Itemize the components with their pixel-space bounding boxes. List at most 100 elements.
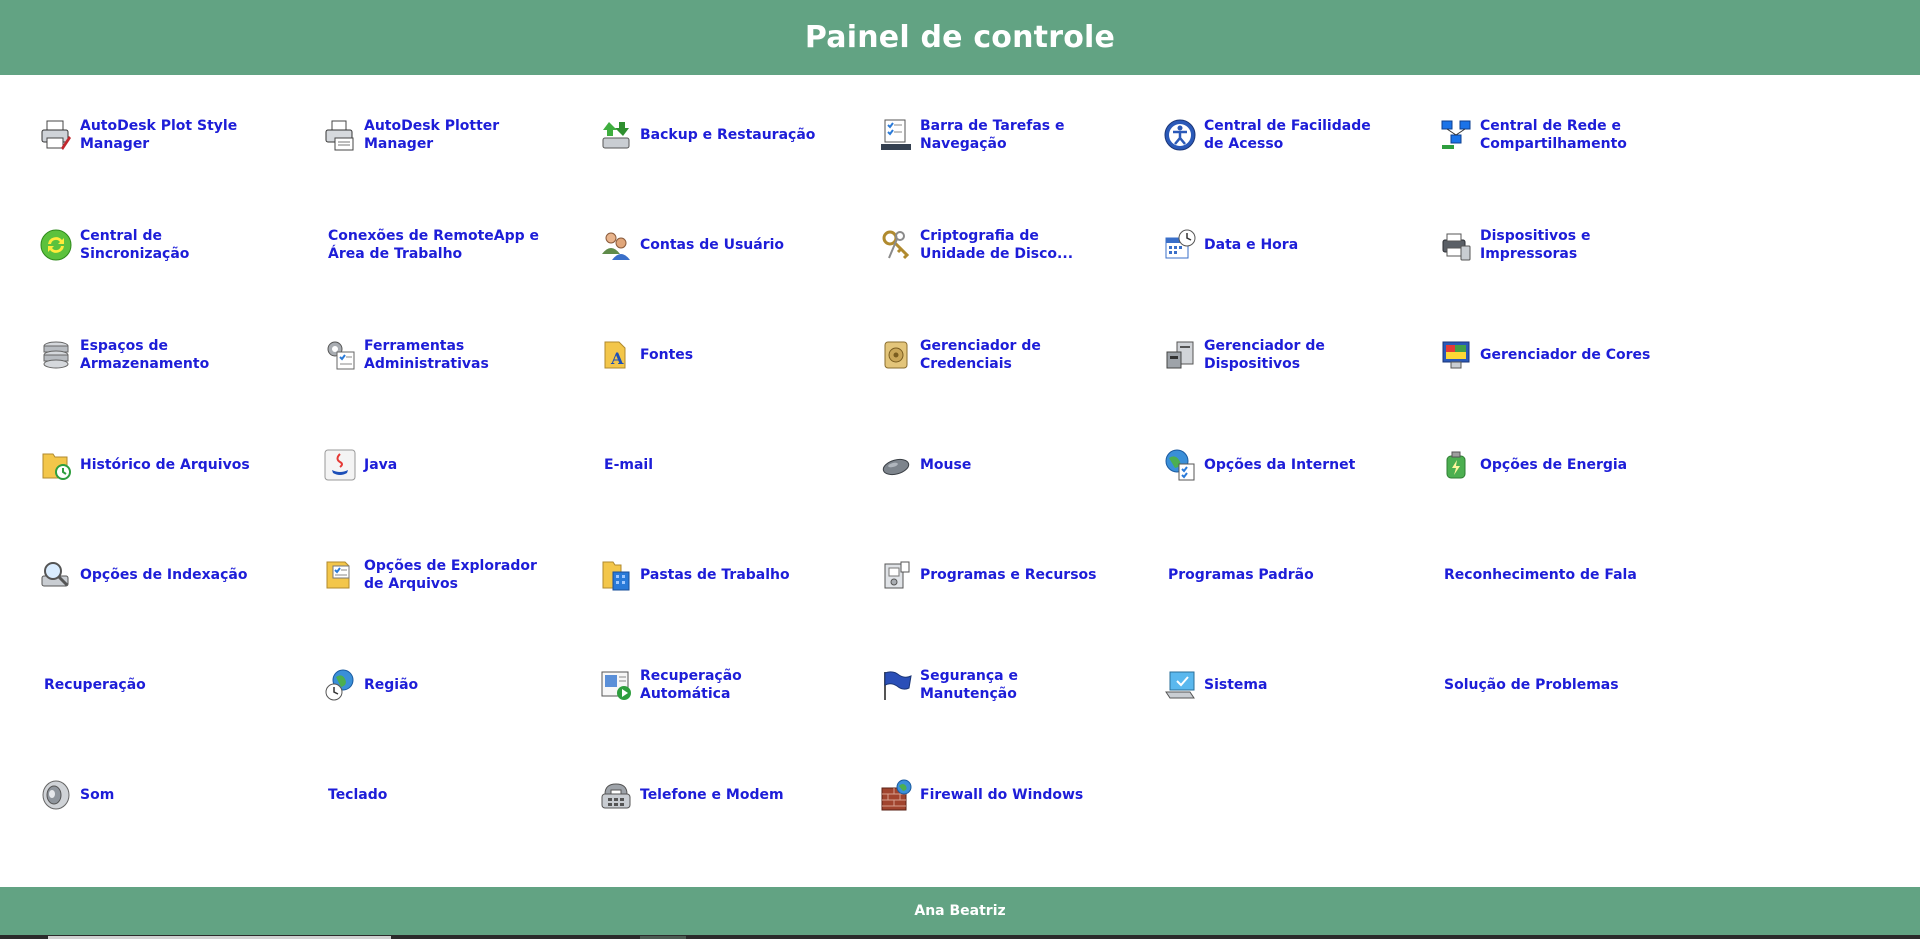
control-panel-item-label: Reconhecimento de Fala — [1444, 567, 1637, 583]
accessibility-icon — [1162, 117, 1198, 153]
control-panel-item[interactable]: Histórico de Arquivos — [38, 435, 308, 495]
control-panel-item[interactable]: Gerenciador de Credenciais — [878, 325, 1148, 385]
keys-icon — [878, 227, 914, 263]
control-panel-item-label: Solução de Problemas — [1444, 677, 1619, 693]
credential-vault-icon — [878, 337, 914, 373]
control-panel-item-label: Recuperação Automática — [640, 668, 742, 702]
control-panel-item[interactable]: AutoDesk Plotter Manager — [322, 105, 592, 165]
control-panel-item[interactable]: Telefone e Modem — [598, 765, 868, 825]
control-panel-page: Painel de controle AutoDesk Plot Style M… — [0, 0, 1920, 939]
users-icon — [598, 227, 634, 263]
control-panel-item-label: Contas de Usuário — [640, 237, 785, 253]
control-panel-item-label: AutoDesk Plot Style Manager — [80, 118, 238, 152]
programs-icon — [878, 557, 914, 593]
control-panel-item-label: Criptografia de Unidade de Disco... — [920, 228, 1074, 262]
control-panel-item-label: Telefone e Modem — [640, 787, 784, 803]
control-panel-item-label: Gerenciador de Dispositivos — [1204, 338, 1325, 372]
file-history-icon — [38, 447, 74, 483]
control-panel-item[interactable]: Gerenciador de Cores — [1438, 325, 1708, 385]
security-flag-icon — [878, 667, 914, 703]
control-panel-item-label: Programas e Recursos — [920, 567, 1097, 583]
control-panel-item[interactable]: Opções de Explorador de Arquivos — [322, 545, 592, 605]
control-panel-item[interactable]: Barra de Tarefas e Navegação — [878, 105, 1148, 165]
svg-text:A: A — [610, 349, 624, 368]
control-panel-item-label: Ferramentas Administrativas — [364, 338, 489, 372]
control-panel-item[interactable]: Opções da Internet — [1162, 435, 1432, 495]
control-panel-item[interactable]: Reconhecimento de Fala — [1438, 545, 1714, 605]
autoplay-icon — [598, 667, 634, 703]
fonts-icon: A — [598, 337, 634, 373]
control-panel-item[interactable]: Criptografia de Unidade de Disco... — [878, 215, 1148, 275]
control-panel-item[interactable]: Gerenciador de Dispositivos — [1162, 325, 1432, 385]
control-panel-item-label: Gerenciador de Cores — [1480, 347, 1651, 363]
control-panel-item-label: Central de Sincronização — [80, 228, 190, 262]
control-panel-item[interactable]: Mouse — [878, 435, 1148, 495]
control-panel-item-label: Região — [364, 677, 419, 693]
control-panel-item-label: E-mail — [604, 457, 654, 473]
control-panel-item-label: Conexões de RemoteApp e Área de Trabalho — [328, 228, 540, 262]
control-panel-item-label: Fontes — [640, 347, 694, 363]
control-panel-item[interactable]: Recuperação Automática — [598, 655, 868, 715]
system-icon — [1162, 667, 1198, 703]
control-panel-item[interactable]: Backup e Restauração — [598, 105, 868, 165]
control-panel-item-label: Gerenciador de Credenciais — [920, 338, 1041, 372]
control-panel-item[interactable]: Pastas de Trabalho — [598, 545, 868, 605]
work-folders-icon — [598, 557, 634, 593]
taskbar-strip — [0, 935, 1920, 939]
taskbar-icon — [878, 117, 914, 153]
control-panel-item[interactable]: Opções de Energia — [1438, 435, 1708, 495]
control-panel-item[interactable]: E-mail — [598, 435, 874, 495]
control-panel-item[interactable]: Conexões de RemoteApp e Área de Trabalho — [322, 215, 598, 275]
control-panel-item[interactable]: Programas Padrão — [1162, 545, 1438, 605]
control-panel-item[interactable]: Ferramentas Administrativas — [322, 325, 592, 385]
java-icon — [322, 447, 358, 483]
control-panel-item[interactable]: Central de Facilidade de Acesso — [1162, 105, 1432, 165]
plotter-icon — [322, 117, 358, 153]
control-panel-item[interactable]: Central de Rede e Compartilhamento — [1438, 105, 1708, 165]
storage-icon — [38, 337, 74, 373]
control-panel-item-label: Data e Hora — [1204, 237, 1299, 253]
control-panel-item-label: Central de Rede e Compartilhamento — [1480, 118, 1627, 152]
control-panel-item-label: Teclado — [328, 787, 388, 803]
control-panel-item-label: Opções de Explorador de Arquivos — [364, 558, 537, 592]
control-panel-item-label: Dispositivos e Impressoras — [1480, 228, 1591, 262]
control-panel-item[interactable]: Solução de Problemas — [1438, 655, 1714, 715]
control-panel-item[interactable]: Data e Hora — [1162, 215, 1432, 275]
phone-modem-icon — [598, 777, 634, 813]
control-panel-item[interactable]: Java — [322, 435, 592, 495]
control-panel-item[interactable]: Contas de Usuário — [598, 215, 868, 275]
page-title: Painel de controle — [804, 20, 1116, 55]
control-panel-item[interactable]: Recuperação — [38, 655, 314, 715]
calendar-clock-icon — [1162, 227, 1198, 263]
control-panel-item[interactable]: A Fontes — [598, 325, 868, 385]
control-panel-item-label: Barra de Tarefas e Navegação — [920, 118, 1065, 152]
control-panel-item[interactable]: Teclado — [322, 765, 598, 825]
control-panel-item-label: Espaços de Armazenamento — [80, 338, 210, 372]
control-panel-item[interactable]: Programas e Recursos — [878, 545, 1148, 605]
control-panel-item[interactable]: Opções de Indexação — [38, 545, 308, 605]
folder-options-icon — [322, 557, 358, 593]
control-panel-item-label: Segurança e Manutenção — [920, 668, 1018, 702]
control-panel-item-label: Histórico de Arquivos — [80, 457, 250, 473]
control-panel-item[interactable]: Firewall do Windows — [878, 765, 1148, 825]
control-panel-item-label: Mouse — [920, 457, 972, 473]
control-panel-item[interactable]: Som — [38, 765, 308, 825]
app-footer: Ana Beatriz — [0, 887, 1920, 935]
control-panel-item[interactable]: Segurança e Manutenção — [878, 655, 1148, 715]
control-panel-item[interactable]: Sistema — [1162, 655, 1432, 715]
control-panel-item-label: AutoDesk Plotter Manager — [364, 118, 500, 152]
firewall-icon — [878, 777, 914, 813]
control-panel-item-label: Opções de Indexação — [80, 567, 248, 583]
control-panel-item[interactable]: Dispositivos e Impressoras — [1438, 215, 1708, 275]
user-name: Ana Beatriz — [914, 903, 1006, 919]
control-panel-item[interactable]: Central de Sincronização — [38, 215, 308, 275]
control-panel-item-label: Recuperação — [44, 677, 146, 693]
control-panel-item-label: Firewall do Windows — [920, 787, 1084, 803]
control-panel-item-label: Opções de Energia — [1480, 457, 1628, 473]
control-panel-item[interactable]: Espaços de Armazenamento — [38, 325, 308, 385]
control-panel-item[interactable]: Região — [322, 655, 592, 715]
control-panel-item[interactable]: AutoDesk Plot Style Manager — [38, 105, 308, 165]
control-panel-item-label: Opções da Internet — [1204, 457, 1356, 473]
region-icon — [322, 667, 358, 703]
indexing-icon — [38, 557, 74, 593]
